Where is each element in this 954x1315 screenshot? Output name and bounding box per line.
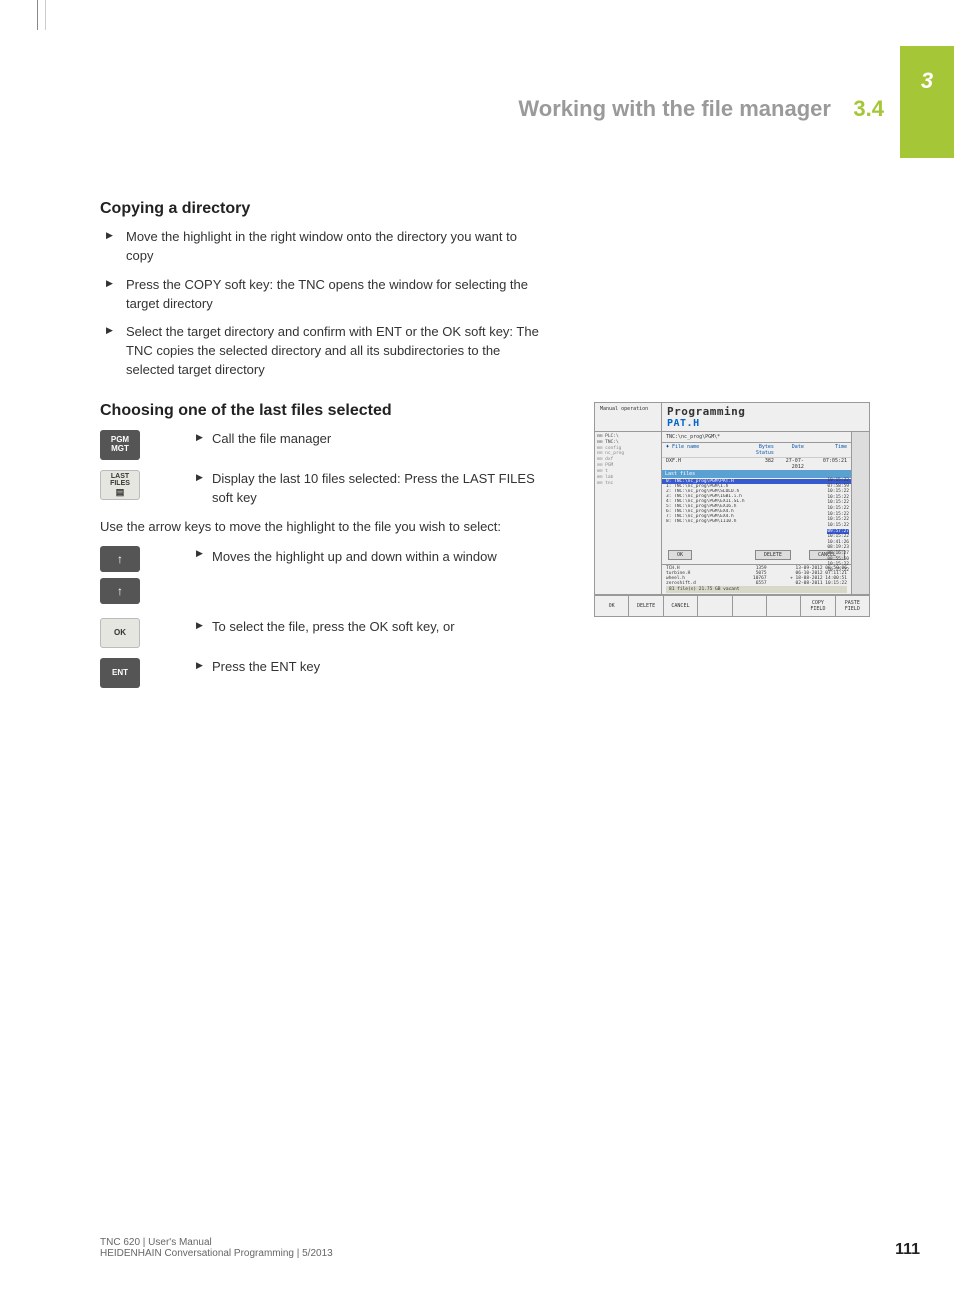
files-icon: ▤ <box>116 488 125 497</box>
crop-mark <box>45 0 46 30</box>
col: Bytes Status <box>742 444 774 456</box>
page-footer: TNC 620 | User's Manual HEIDENHAIN Conve… <box>100 1237 920 1259</box>
screenshot-last-files: Manual operation Programming PAT.H ⊟⊡ PL… <box>594 402 870 617</box>
step-item: Move the highlight in the right window o… <box>100 228 540 266</box>
last-files-bar: Last files <box>662 470 851 478</box>
col: ♦ File name <box>666 444 742 456</box>
date: 10:15:22 <box>827 489 849 495</box>
header-section: 3.4 <box>853 96 884 121</box>
summary: 81 file(s) 21.75 GB vacant <box>666 586 847 593</box>
step-text: Moves the highlight up and down within a… <box>156 546 497 567</box>
shot-columns: ♦ File name Bytes Status Date Time <box>662 443 851 458</box>
file-list: 0: TNC:\nc_prog\PGM\PAT.H 1: TNC:\nc_pro… <box>662 478 851 525</box>
file-line: 8: TNC:\nc_prog\PGM\1110.h <box>662 519 851 524</box>
scrollbar[interactable] <box>851 432 869 594</box>
stat-area: TCH.H135913-09-2012 08:59:06 turbine.H50… <box>662 564 851 594</box>
softkey-bar: OK DELETE CANCEL COPY FIELD PASTE FIELD <box>595 594 869 616</box>
chapter-tab: 3 <box>900 46 954 158</box>
step-text: Press the ENT key <box>156 658 320 677</box>
heading-copy-dir: Copying a directory <box>100 200 870 218</box>
dialog-delete[interactable]: DELETE <box>755 550 791 560</box>
dates-column: 10:15:22 07:58:59 10:15:22 10:15:22 10:1… <box>827 478 849 574</box>
date: 10:15:22 <box>827 523 849 529</box>
page-number: 111 <box>895 1241 920 1259</box>
crop-mark <box>20 0 38 30</box>
cell: 27-07-2012 <box>774 458 804 470</box>
arrow-up-key: ↑ <box>100 578 140 604</box>
shot-title: Programming PAT.H <box>662 403 869 431</box>
date: 10:15:22 <box>827 534 849 540</box>
shot-row: DXF.H 382 27-07-2012 07:05:21 <box>662 458 851 470</box>
pgm-mgt-key: PGM MGT <box>100 430 140 460</box>
softkey-cancel[interactable]: CANCEL <box>664 596 698 616</box>
last-files-key: LAST FILES ▤ <box>100 470 140 500</box>
cell: 02-08-2011 10:15:22 <box>767 581 847 586</box>
header-title: Working with the file manager <box>518 96 831 121</box>
steps-copy-dir: Move the highlight in the right window o… <box>100 228 870 380</box>
cell: zeroshift.d <box>666 581 733 586</box>
arrow-keys: ↑ ↑ <box>100 546 140 604</box>
footer-line1: TNC 620 | User's Manual <box>100 1237 333 1248</box>
softkey-ok[interactable]: OK <box>595 596 629 616</box>
step-item: Press the COPY soft key: the TNC opens t… <box>100 276 540 314</box>
col: Date <box>774 444 804 456</box>
dialog-buttons: OK DELETE CANCEL <box>662 547 851 564</box>
date: 08:16:27 <box>827 551 849 557</box>
arrow-up-key: ↑ <box>100 546 140 572</box>
shot-subtitle: PAT.H <box>667 418 864 429</box>
col: Time <box>804 444 847 456</box>
shot-tree: ⊟⊡ PLC:\ ⊟⊡ TNC:\ ⊞⊡ config ⊟⊡ nc_prog ⊞… <box>595 432 662 594</box>
step-text: Display the last 10 files selected: Pres… <box>156 470 536 508</box>
tree-item: ⊞⊡ tnc <box>597 481 659 487</box>
dialog-ok[interactable]: OK <box>668 550 692 560</box>
cell: 07:05:21 <box>804 458 847 470</box>
date: 10:15:22 <box>827 506 849 512</box>
ok-softkey: OK <box>100 618 140 648</box>
softkey-empty <box>767 596 801 616</box>
shot-title-text: Programming <box>667 405 745 418</box>
key-label: LAST FILES <box>110 473 130 488</box>
cell: 6557 <box>733 581 767 586</box>
instruction-text: Use the arrow keys to move the highlight… <box>100 518 560 537</box>
step-text: Call the file manager <box>156 430 331 449</box>
softkey-copy-field[interactable]: COPY FIELD <box>801 596 835 616</box>
step-item: Select the target directory and confirm … <box>100 323 540 380</box>
shot-mode: Manual operation <box>595 403 662 431</box>
softkey-empty <box>733 596 767 616</box>
cell: 382 <box>742 458 774 470</box>
cell: DXF.H <box>666 458 742 470</box>
footer-line2: HEIDENHAIN Conversational Programming | … <box>100 1248 333 1259</box>
shot-path: TNC:\nc_prog\PGM\* <box>662 432 851 443</box>
softkey-paste-field[interactable]: PASTE FIELD <box>836 596 869 616</box>
ent-key: ENT <box>100 658 140 688</box>
softkey-delete[interactable]: DELETE <box>629 596 663 616</box>
date: 10:15:22 <box>827 568 849 574</box>
step-text: To select the file, press the OK soft ke… <box>156 618 455 637</box>
softkey-empty <box>698 596 732 616</box>
page-header: Working with the file manager 3.4 <box>518 96 884 122</box>
date: 10:15:22 <box>827 478 849 484</box>
